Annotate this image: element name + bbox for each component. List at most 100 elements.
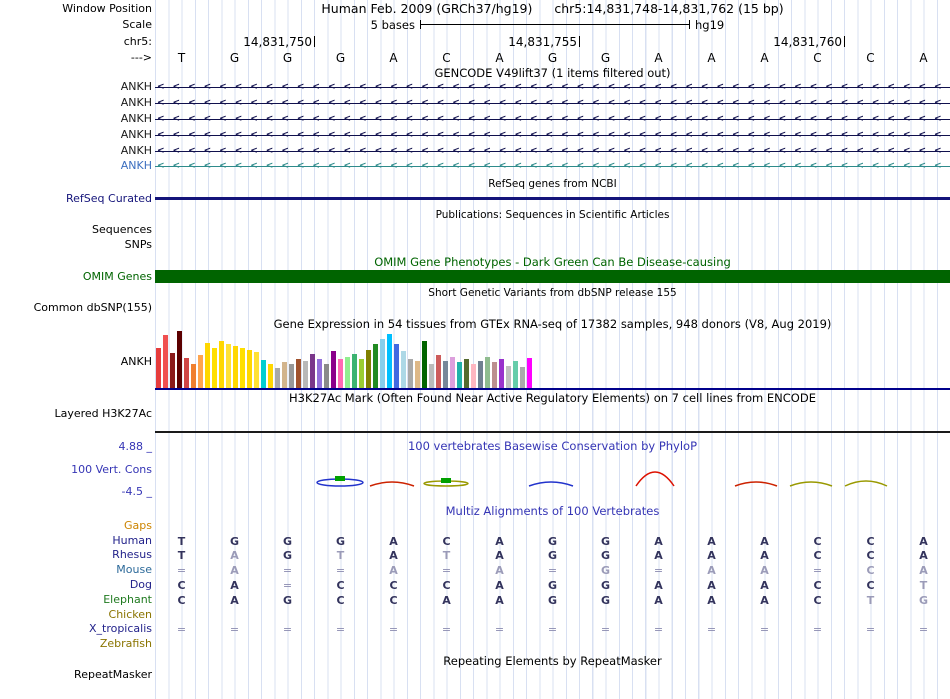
alignment-cell: A [654,579,663,592]
base-letter: A [495,51,504,65]
omim-track-title[interactable]: OMIM Gene Phenotypes - Dark Green Can Be… [155,256,950,269]
alignment-cell: C [389,594,398,607]
publications-track-title[interactable]: Publications: Sequences in Scientific Ar… [155,209,950,222]
gtex-bar [520,367,525,388]
species-label[interactable]: Rhesus [0,549,152,561]
gene-direction-arrows: <<<<<<<<<<<<<<<<<<<<<<<<<<<<<<<<<<<<<<<<… [157,146,950,156]
base-letter: C [813,51,822,65]
base-letter: G [282,51,293,65]
conservation-arc [734,481,778,487]
alignment-cell: G [600,594,611,607]
species-label[interactable]: Mouse [0,564,152,576]
alignment-cell: A [230,579,239,592]
alignment-cell: A [495,579,504,592]
gene-row[interactable]: <<<<<<<<<<<<<<<<<<<<<<<<<<<<<<<<<<<<<<<<… [155,114,950,125]
track-label[interactable]: 100 Vert. Cons [0,464,152,476]
alignment-cell: G [335,535,346,548]
species-label[interactable]: Dog [0,579,152,591]
refseq-curated-item[interactable] [155,197,950,200]
gene-direction-arrows: <<<<<<<<<<<<<<<<<<<<<<<<<<<<<<<<<<<<<<<<… [157,82,950,92]
track-label[interactable]: OMIM Genes [0,271,152,283]
track-label[interactable]: -4.5 _ [0,486,152,498]
track-label[interactable]: Scale [0,19,152,31]
gene-label[interactable]: ANKH [0,97,152,109]
alignment-cell: C [813,535,822,548]
position-number: 14,831,750 [243,35,312,49]
alignment-cell: = [918,623,929,636]
track-label[interactable]: Common dbSNP(155) [0,302,152,314]
alignment-cell: C [389,579,398,592]
scale-bases-label: 5 bases [370,18,415,32]
repeatmasker-track-title[interactable]: Repeating Elements by RepeatMasker [155,655,950,668]
refseq-track-title[interactable]: RefSeq genes from NCBI [155,178,950,191]
gtex-bar [352,354,357,388]
gtex-bar [191,364,196,388]
alignment-cell: G [600,564,611,577]
gene-label[interactable]: ANKH [0,81,152,93]
alignment-cell: G [547,549,558,562]
track-label[interactable]: 4.88 _ [0,441,153,453]
track-label[interactable]: RepeatMasker [0,669,152,681]
alignment-cell: = [759,623,770,636]
gene-row[interactable]: <<<<<<<<<<<<<<<<<<<<<<<<<<<<<<<<<<<<<<<<… [155,98,950,109]
h3k27ac-track-title[interactable]: H3K27Ac Mark (Often Found Near Active Re… [155,392,950,405]
omim-gene-item[interactable] [155,270,950,283]
gtex-bar [247,350,252,388]
species-label[interactable]: Gaps [0,520,152,532]
species-label[interactable]: Zebrafish [0,638,152,650]
track-label[interactable]: ---> [0,52,152,64]
alignment-cell: A [707,549,716,562]
track-label[interactable]: ANKH [0,356,152,368]
dbsnp-track-title[interactable]: Short Genetic Variants from dbSNP releas… [155,287,950,300]
position-range: chr5:14,831,748-14,831,762 (15 bp) [554,1,784,16]
alignment-cell: G [547,594,558,607]
species-label[interactable]: Chicken [0,609,152,621]
alignment-cell: T [866,594,875,607]
track-label[interactable]: SNPs [0,239,152,251]
species-label[interactable]: X_tropicalis [0,623,152,635]
alignment-cell: C [177,579,186,592]
base-letter: G [335,51,346,65]
phylop-track-title[interactable]: 100 vertebrates Basewise Conservation by… [155,440,950,453]
gtex-track-title[interactable]: Gene Expression in 54 tissues from GTEx … [155,318,950,331]
gtex-bar [457,362,462,388]
gene-row[interactable]: <<<<<<<<<<<<<<<<<<<<<<<<<<<<<<<<<<<<<<<<… [155,146,950,157]
alignment-cell: = [865,623,876,636]
position-tick [579,36,580,47]
position-tick [844,36,845,47]
species-label[interactable]: Elephant [0,594,152,606]
gene-label[interactable]: ANKH [0,129,152,141]
track-label[interactable]: chr5: [0,36,152,48]
gtex-bar [296,359,301,388]
gene-row[interactable]: <<<<<<<<<<<<<<<<<<<<<<<<<<<<<<<<<<<<<<<<… [155,130,950,141]
gene-row[interactable]: <<<<<<<<<<<<<<<<<<<<<<<<<<<<<<<<<<<<<<<<… [155,82,950,93]
alignment-cell: A [230,549,239,562]
gencode-track-title[interactable]: GENCODE V49lift37 (1 items filtered out) [155,67,950,80]
track-label[interactable]: Layered H3K27Ac [0,408,152,420]
alignment-cell: G [600,579,611,592]
alignment-cell: = [494,623,505,636]
alignment-cell: A [760,564,769,577]
track-label[interactable]: RefSeq Curated [0,193,152,205]
conservation-arc [528,481,574,487]
track-label[interactable]: Window Position [0,3,152,15]
gtex-bar [219,341,224,388]
alignment-cell: A [495,594,504,607]
gene-row[interactable]: <<<<<<<<<<<<<<<<<<<<<<<<<<<<<<<<<<<<<<<<… [155,161,950,172]
gene-label[interactable]: ANKH [0,145,152,157]
gtex-bar [380,339,385,388]
gtex-bar [233,346,238,388]
species-label[interactable]: Human [0,535,152,547]
track-label[interactable]: Sequences [0,224,152,236]
gtex-bar [422,341,427,388]
gene-label[interactable]: ANKH [0,160,152,172]
alignment-cell: C [442,579,451,592]
gene-label[interactable]: ANKH [0,113,152,125]
alignment-cell: G [547,579,558,592]
gtex-bar [289,364,294,388]
gtex-bar [198,355,203,388]
alignment-cell: = [388,623,399,636]
alignment-cell: A [654,594,663,607]
multiz-track-title[interactable]: Multiz Alignments of 100 Vertebrates [155,505,950,518]
gtex-bar [282,362,287,388]
